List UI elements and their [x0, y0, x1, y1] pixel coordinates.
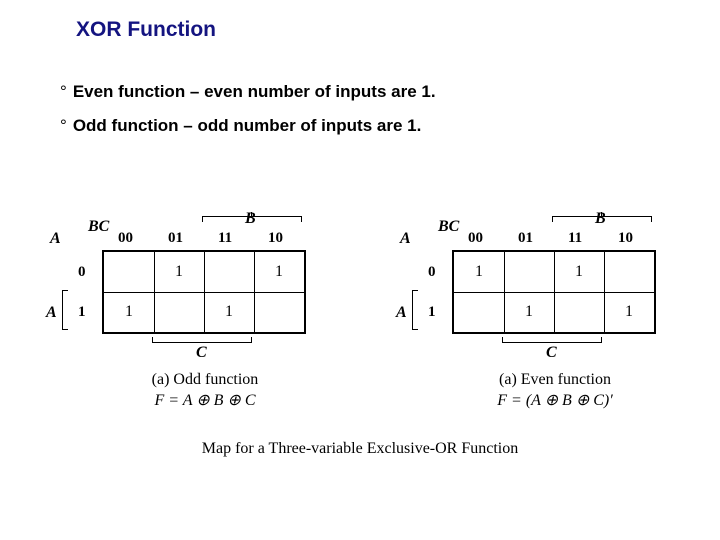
page-title: XOR Function: [76, 18, 216, 42]
bullet-even: °Even function – even number of inputs a…: [60, 82, 436, 102]
figure-footer: Map for a Three-variable Exclusive-OR Fu…: [0, 440, 720, 458]
cell-0-11: 1: [554, 252, 604, 292]
brace-B-notch: [251, 212, 252, 216]
brace-B: [202, 216, 302, 223]
caption-odd: (a) Odd function F = A ⊕ B ⊕ C: [40, 370, 370, 412]
col-01: 01: [518, 230, 533, 247]
bullet-even-text: Even function – even number of inputs ar…: [73, 82, 436, 101]
row-1: 1: [78, 304, 86, 321]
cell-1-10: [254, 292, 304, 332]
caption-even-a: (a) Even function: [390, 370, 720, 391]
label-A-side: A: [396, 304, 407, 322]
cell-1-11: 1: [204, 292, 254, 332]
brace-B: [552, 216, 652, 223]
row-0: 0: [428, 264, 436, 281]
bullet-list: °Even function – even number of inputs a…: [60, 82, 436, 150]
cell-1-01: [154, 292, 204, 332]
caption-odd-f: F = A ⊕ B ⊕ C: [40, 391, 370, 412]
row-0: 0: [78, 264, 86, 281]
brace-C: [152, 336, 252, 343]
col-00: 00: [468, 230, 483, 247]
cell-1-01: 1: [504, 292, 554, 332]
col-00: 00: [118, 230, 133, 247]
label-C: C: [196, 344, 207, 362]
brace-C: [502, 336, 602, 343]
cell-1-11: [554, 292, 604, 332]
kmap-even: A BC B 00 01 11 10 0 1 A C 1 1 1 1 (a) E…: [390, 220, 720, 420]
kmap-grid-even: 1 1 1 1: [452, 250, 656, 334]
bullet-odd-text: Odd function – odd number of inputs are …: [73, 116, 422, 135]
col-11: 11: [568, 230, 582, 247]
cell-1-00: [454, 292, 504, 332]
label-A-header: A: [50, 230, 61, 248]
bullet-odd: °Odd function – odd number of inputs are…: [60, 116, 436, 136]
brace-A: [62, 290, 69, 330]
caption-odd-a: (a) Odd function: [40, 370, 370, 391]
caption-even-f: F = (A ⊕ B ⊕ C)′: [390, 391, 720, 412]
brace-B-notch: [601, 212, 602, 216]
cell-0-01: [504, 252, 554, 292]
cell-1-10: 1: [604, 292, 654, 332]
col-10: 10: [618, 230, 633, 247]
label-C: C: [546, 344, 557, 362]
cell-0-10: 1: [254, 252, 304, 292]
cell-1-00: 1: [104, 292, 154, 332]
label-BC: BC: [88, 218, 109, 236]
brace-A: [412, 290, 419, 330]
label-A-side: A: [46, 304, 57, 322]
kmap-grid-odd: 1 1 1 1: [102, 250, 306, 334]
kmap-odd: A BC B 00 01 11 10 0 1 A C 1 1 1 1 (a) O…: [40, 220, 370, 420]
label-BC: BC: [438, 218, 459, 236]
cell-0-01: 1: [154, 252, 204, 292]
cell-0-10: [604, 252, 654, 292]
cell-0-11: [204, 252, 254, 292]
cell-0-00: [104, 252, 154, 292]
col-10: 10: [268, 230, 283, 247]
caption-even: (a) Even function F = (A ⊕ B ⊕ C)′: [390, 370, 720, 412]
cell-0-00: 1: [454, 252, 504, 292]
col-11: 11: [218, 230, 232, 247]
col-01: 01: [168, 230, 183, 247]
row-1: 1: [428, 304, 436, 321]
label-A-header: A: [400, 230, 411, 248]
